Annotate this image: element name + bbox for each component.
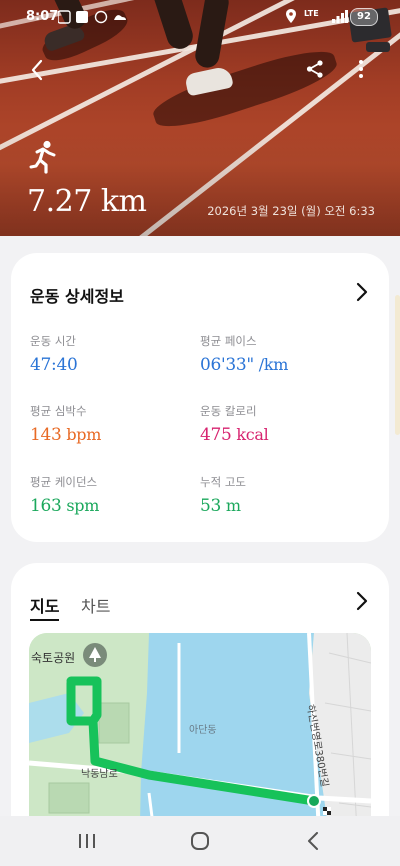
system-navigation-bar bbox=[0, 816, 400, 866]
status-time: 8:07 bbox=[26, 9, 59, 24]
stat-average-heart-rate: 평균 심박수 143 bpm bbox=[30, 403, 101, 445]
battery-indicator: 92 bbox=[350, 8, 378, 26]
stat-value: 163 spm bbox=[30, 496, 100, 516]
details-title: 운동 상세정보 bbox=[30, 287, 124, 306]
edge-panel-handle[interactable] bbox=[395, 295, 400, 435]
stat-label: 운동 시간 bbox=[30, 334, 76, 348]
back-button[interactable] bbox=[22, 55, 52, 85]
stat-label: 평균 페이스 bbox=[200, 334, 257, 348]
recent-apps-button[interactable] bbox=[74, 828, 100, 854]
back-arrow-icon bbox=[31, 59, 43, 81]
stat-label: 누적 고도 bbox=[200, 475, 246, 489]
tab-map[interactable]: 지도 bbox=[30, 593, 60, 621]
chevron-right-icon[interactable] bbox=[351, 282, 371, 302]
stat-label: 평균 심박수 bbox=[30, 404, 87, 418]
recent-apps-icon bbox=[79, 834, 95, 848]
stat-value: 47:40 bbox=[30, 355, 78, 375]
running-person-icon bbox=[29, 140, 56, 174]
map-label-road: 낙동남로 bbox=[81, 769, 118, 780]
stat-elevation-gain: 누적 고도 53 m bbox=[200, 474, 246, 516]
stat-average-cadence: 평균 케이던스 163 spm bbox=[30, 474, 99, 516]
workout-details-card[interactable]: 운동 상세정보 운동 시간 47:40 평균 페이스 06'33" /km 평균… bbox=[11, 253, 389, 542]
stat-value: 143 bpm bbox=[30, 425, 102, 445]
stat-average-pace: 평균 페이스 06'33" /km bbox=[200, 333, 288, 375]
stat-value: 53 m bbox=[200, 496, 241, 516]
workout-datetime: 2026년 3월 23일 (월) 오전 6:33 bbox=[207, 204, 375, 218]
stat-calories: 운동 칼로리 475 kcal bbox=[200, 403, 269, 445]
share-button[interactable] bbox=[300, 54, 330, 84]
stat-value: 475 kcal bbox=[200, 425, 269, 445]
distance-value: 7.27 km bbox=[27, 184, 147, 219]
signal-icon bbox=[332, 10, 348, 23]
notification-icons bbox=[58, 10, 126, 24]
chevron-right-icon[interactable] bbox=[351, 591, 371, 611]
stat-value: 06'33" /km bbox=[200, 355, 289, 375]
home-icon bbox=[191, 832, 209, 850]
tab-chart[interactable]: 차트 bbox=[81, 593, 110, 617]
status-bar: 8:07 LTE 92 bbox=[0, 0, 400, 34]
back-icon bbox=[308, 832, 318, 850]
stat-workout-time: 운동 시간 47:40 bbox=[30, 333, 78, 375]
stat-label: 운동 칼로리 bbox=[200, 404, 257, 418]
back-nav-button[interactable] bbox=[300, 828, 326, 854]
stat-label: 평균 케이던스 bbox=[30, 475, 98, 489]
more-vertical-icon bbox=[359, 60, 363, 78]
map-label-park: 숙토공원 bbox=[31, 651, 76, 665]
share-icon bbox=[306, 60, 323, 78]
more-options-button[interactable] bbox=[346, 54, 376, 84]
location-icon bbox=[286, 9, 296, 23]
network-label: LTE bbox=[304, 9, 319, 18]
map-label-area: 아단동 bbox=[189, 725, 217, 736]
home-button[interactable] bbox=[187, 828, 213, 854]
